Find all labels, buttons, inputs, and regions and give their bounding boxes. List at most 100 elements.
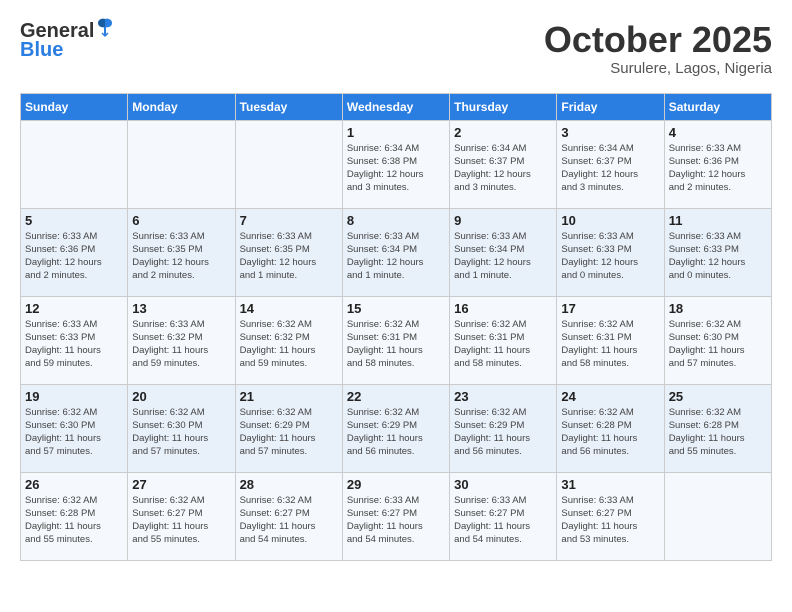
day-number: 13 bbox=[132, 301, 230, 316]
day-info-line: Sunrise: 6:33 AM bbox=[347, 231, 419, 242]
day-info: Sunrise: 6:33 AMSunset: 6:33 PMDaylight:… bbox=[25, 318, 123, 371]
day-info: Sunrise: 6:33 AMSunset: 6:36 PMDaylight:… bbox=[669, 142, 767, 195]
day-info-line: and 55 minutes. bbox=[669, 446, 737, 457]
day-number: 17 bbox=[561, 301, 659, 316]
day-info-line: Sunset: 6:28 PM bbox=[561, 420, 631, 431]
day-info: Sunrise: 6:32 AMSunset: 6:29 PMDaylight:… bbox=[240, 406, 338, 459]
day-info-line: Daylight: 11 hours bbox=[454, 345, 530, 356]
day-info-line: Sunrise: 6:32 AM bbox=[454, 407, 526, 418]
day-number: 26 bbox=[25, 477, 123, 492]
day-info: Sunrise: 6:32 AMSunset: 6:28 PMDaylight:… bbox=[25, 494, 123, 547]
day-info-line: and 54 minutes. bbox=[240, 534, 308, 545]
calendar-cell bbox=[128, 120, 235, 208]
calendar-cell: 27Sunrise: 6:32 AMSunset: 6:27 PMDayligh… bbox=[128, 472, 235, 560]
day-number: 15 bbox=[347, 301, 445, 316]
day-info-line: Daylight: 11 hours bbox=[132, 345, 208, 356]
calendar-cell: 17 Sunrise: 6:32 AMSunset: 6:31 PMDayligh… bbox=[557, 296, 664, 384]
day-info-line: Sunrise: 6:33 AM bbox=[25, 231, 97, 242]
day-info-line: Sunrise: 6:32 AM bbox=[25, 407, 97, 418]
day-info-line: Sunrise: 6:32 AM bbox=[347, 319, 419, 330]
day-info-line: Sunset: 6:36 PM bbox=[25, 244, 95, 255]
week-row-4: 19 Sunrise: 6:32 AMSunset: 6:30 PMDayligh… bbox=[21, 384, 772, 472]
day-number: 18 bbox=[669, 301, 767, 316]
day-info-line: Sunrise: 6:33 AM bbox=[454, 231, 526, 242]
day-info-line: Sunrise: 6:32 AM bbox=[240, 319, 312, 330]
day-number: 11 bbox=[669, 213, 767, 228]
day-info-line: and 55 minutes. bbox=[132, 534, 200, 545]
day-info-line: Daylight: 11 hours bbox=[669, 345, 745, 356]
day-info-line: Daylight: 12 hours bbox=[454, 169, 531, 180]
day-info-line: Sunset: 6:35 PM bbox=[240, 244, 310, 255]
day-info-line: Sunrise: 6:32 AM bbox=[240, 495, 312, 506]
day-info-line: and 59 minutes. bbox=[240, 358, 308, 369]
day-info-line: Sunrise: 6:33 AM bbox=[454, 495, 526, 506]
calendar-cell: 6Sunrise: 6:33 AMSunset: 6:35 PMDaylight… bbox=[128, 208, 235, 296]
day-info-line: Sunrise: 6:32 AM bbox=[669, 407, 741, 418]
day-info: Sunrise: 6:32 AMSunset: 6:31 PMDaylight:… bbox=[454, 318, 552, 371]
day-info-line: Daylight: 11 hours bbox=[561, 521, 637, 532]
day-info-line: Daylight: 12 hours bbox=[561, 169, 638, 180]
calendar-cell: 1Sunrise: 6:34 AMSunset: 6:38 PMDaylight… bbox=[342, 120, 449, 208]
day-number: 4 bbox=[669, 125, 767, 140]
day-number: 6 bbox=[132, 213, 230, 228]
calendar-cell: 12Sunrise: 6:33 AMSunset: 6:33 PMDayligh… bbox=[21, 296, 128, 384]
day-info-line: and 57 minutes. bbox=[25, 446, 93, 457]
day-info: Sunrise: 6:32 AMSunset: 6:30 PMDaylight:… bbox=[132, 406, 230, 459]
day-info-line: and 56 minutes. bbox=[347, 446, 415, 457]
day-info-line: Daylight: 11 hours bbox=[25, 433, 101, 444]
day-info-line: and 57 minutes. bbox=[669, 358, 737, 369]
calendar-cell: 25Sunrise: 6:32 AMSunset: 6:28 PMDayligh… bbox=[664, 384, 771, 472]
day-info-line: and 2 minutes. bbox=[669, 182, 731, 193]
week-row-1: 1Sunrise: 6:34 AMSunset: 6:38 PMDaylight… bbox=[21, 120, 772, 208]
day-info: Sunrise: 6:33 AMSunset: 6:27 PMDaylight:… bbox=[347, 494, 445, 547]
calendar-table: SundayMondayTuesdayWednesdayThursdayFrid… bbox=[20, 93, 772, 561]
day-info-line: Sunset: 6:29 PM bbox=[454, 420, 524, 431]
day-info-line: Sunrise: 6:33 AM bbox=[240, 231, 312, 242]
day-info-line: and 1 minute. bbox=[240, 270, 298, 281]
calendar-cell: 24Sunrise: 6:32 AMSunset: 6:28 PMDayligh… bbox=[557, 384, 664, 472]
day-info-line: Sunrise: 6:33 AM bbox=[132, 319, 204, 330]
day-info-line: Sunrise: 6:34 AM bbox=[561, 143, 633, 154]
calendar-cell: 18Sunrise: 6:32 AMSunset: 6:30 PMDayligh… bbox=[664, 296, 771, 384]
day-info-line: and 0 minutes. bbox=[669, 270, 731, 281]
calendar-header-row: SundayMondayTuesdayWednesdayThursdayFrid… bbox=[21, 93, 772, 120]
day-info-line: and 3 minutes. bbox=[561, 182, 623, 193]
day-info-line: Daylight: 12 hours bbox=[347, 257, 424, 268]
day-info-line: Daylight: 11 hours bbox=[561, 433, 637, 444]
day-info-line: Sunrise: 6:32 AM bbox=[347, 407, 419, 418]
day-info-line: Daylight: 11 hours bbox=[25, 345, 101, 356]
day-info: Sunrise: 6:33 AMSunset: 6:33 PMDaylight:… bbox=[669, 230, 767, 283]
calendar-cell: 23Sunrise: 6:32 AMSunset: 6:29 PMDayligh… bbox=[450, 384, 557, 472]
day-info-line: Sunrise: 6:33 AM bbox=[669, 231, 741, 242]
day-info: Sunrise: 6:32 AMSunset: 6:31 PMDaylight:… bbox=[561, 318, 659, 371]
location-subtitle: Surulere, Lagos, Nigeria bbox=[544, 60, 772, 77]
day-info-line: and 58 minutes. bbox=[454, 358, 522, 369]
day-info-line: Sunrise: 6:33 AM bbox=[347, 495, 419, 506]
day-info-line: Sunrise: 6:33 AM bbox=[25, 319, 97, 330]
day-info: Sunrise: 6:32 AMSunset: 6:31 PMDaylight:… bbox=[347, 318, 445, 371]
day-number: 9 bbox=[454, 213, 552, 228]
day-info-line: Sunrise: 6:33 AM bbox=[132, 231, 204, 242]
day-info: Sunrise: 6:33 AMSunset: 6:34 PMDaylight:… bbox=[347, 230, 445, 283]
day-number: 24 bbox=[561, 389, 659, 404]
day-info-line: Sunrise: 6:32 AM bbox=[132, 495, 204, 506]
day-number: 5 bbox=[25, 213, 123, 228]
calendar-cell: 21Sunrise: 6:32 AMSunset: 6:29 PMDayligh… bbox=[235, 384, 342, 472]
day-number: 19 bbox=[25, 389, 123, 404]
day-info-line: Daylight: 11 hours bbox=[454, 433, 530, 444]
day-info-line: and 59 minutes. bbox=[132, 358, 200, 369]
day-info-line: Sunrise: 6:34 AM bbox=[454, 143, 526, 154]
calendar-cell bbox=[235, 120, 342, 208]
day-info: Sunrise: 6:32 AM Sunset: 6:29 PM Daylight:… bbox=[454, 406, 552, 459]
day-info-line: Sunrise: 6:32 AM bbox=[454, 319, 526, 330]
calendar-cell: 11Sunrise: 6:33 AMSunset: 6:33 PMDayligh… bbox=[664, 208, 771, 296]
day-info-line: Sunset: 6:33 PM bbox=[669, 244, 739, 255]
day-number: 27 bbox=[132, 477, 230, 492]
day-info-line: Sunset: 6:27 PM bbox=[132, 508, 202, 519]
day-info-line: Daylight: 11 hours bbox=[132, 433, 208, 444]
day-info-line: Sunset: 6:27 PM bbox=[454, 508, 524, 519]
day-number: 10 bbox=[561, 213, 659, 228]
calendar-cell: 13Sunrise: 6:33 AMSunset: 6:32 PMDayligh… bbox=[128, 296, 235, 384]
week-row-2: 5 Sunrise: 6:33 AM Sunset: 6:36 PM Daylight… bbox=[21, 208, 772, 296]
day-number: 20 bbox=[132, 389, 230, 404]
